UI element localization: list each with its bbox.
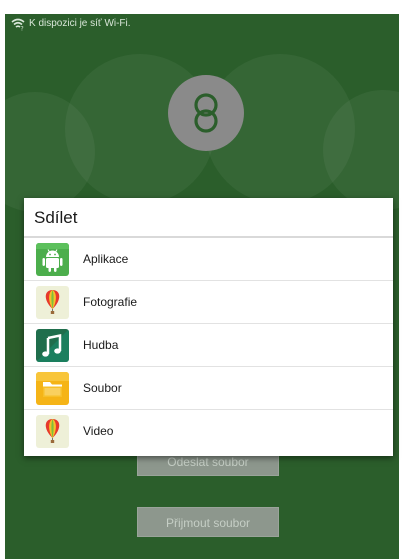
share-list: Aplikace Fotografie Hudba Soubor Video	[24, 238, 393, 453]
wifi-notification-text: K dispozici je síť Wi-Fi.	[29, 18, 131, 29]
dialog-title: Sdílet	[24, 198, 393, 238]
app-logo	[168, 75, 244, 151]
share-item-file[interactable]: Soubor	[24, 367, 393, 410]
balloon-photo-icon	[36, 286, 69, 319]
share-item-apps[interactable]: Aplikace	[24, 238, 393, 281]
status-bar: ? K dispozici je síť Wi-Fi.	[5, 14, 399, 34]
svg-text:?: ?	[21, 26, 24, 32]
music-note-icon	[36, 329, 69, 362]
wifi-icon: ?	[11, 18, 25, 32]
share-item-label: Aplikace	[83, 252, 129, 266]
balloon-video-icon	[36, 415, 69, 448]
share-item-label: Hudba	[83, 338, 119, 352]
share-item-label: Fotografie	[83, 295, 138, 309]
receive-file-button[interactable]: Přijmout soubor	[137, 507, 279, 537]
linked-rings-icon	[194, 93, 218, 133]
share-item-label: Soubor	[83, 381, 122, 395]
android-icon	[36, 243, 69, 276]
share-item-label: Video	[83, 424, 114, 438]
share-item-photos[interactable]: Fotografie	[24, 281, 393, 324]
folder-icon	[36, 372, 69, 405]
share-item-music[interactable]: Hudba	[24, 324, 393, 367]
share-dialog: Sdílet Aplikace Fotografie Hudba Soubor …	[24, 198, 393, 456]
share-item-video[interactable]: Video	[24, 410, 393, 453]
